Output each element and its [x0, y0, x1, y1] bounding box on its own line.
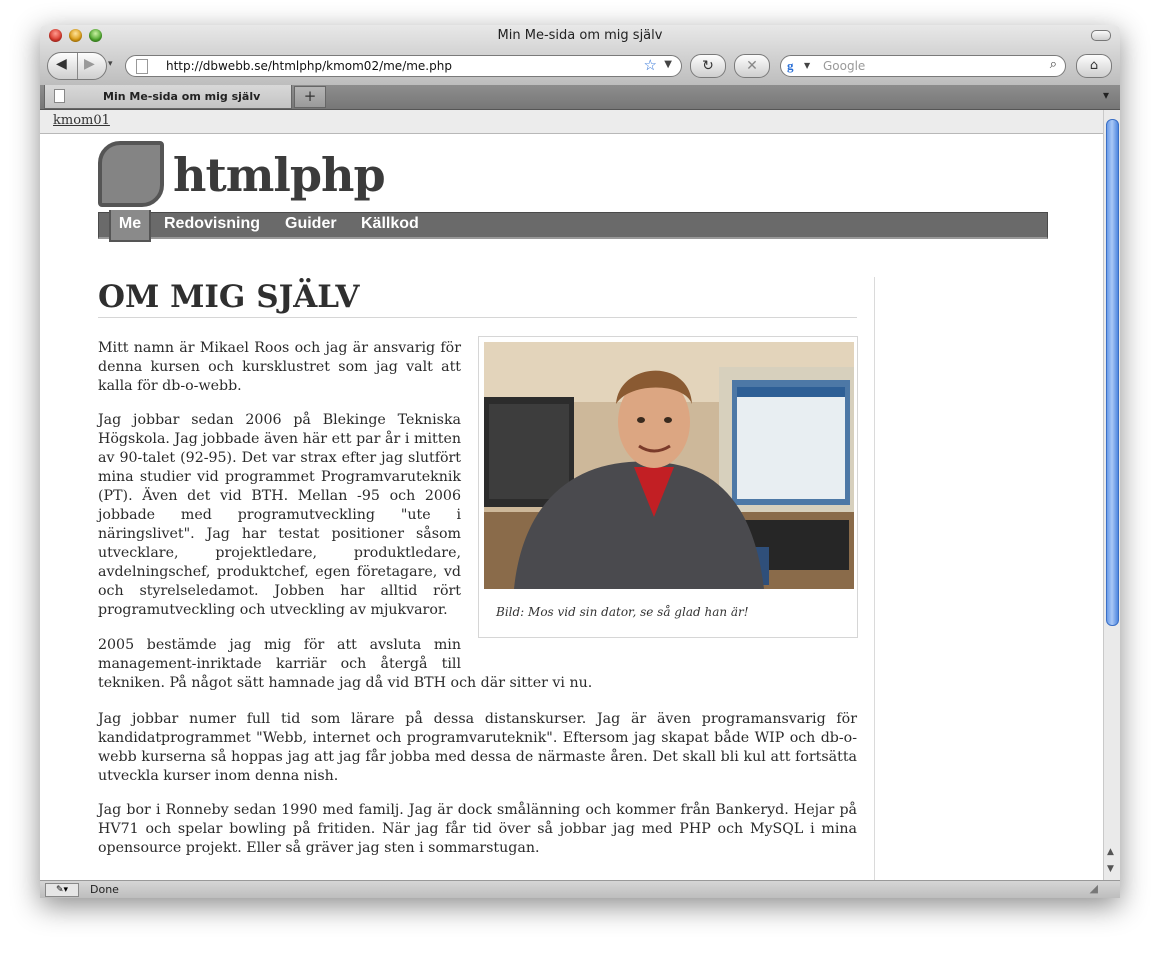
nav-item-redovisning[interactable]: Redovisning	[164, 210, 260, 240]
back-forward-group: ◀ ▶	[47, 52, 107, 80]
browser-toolbar: Min Me-sida om mig själv ◀ ▶ ▾ http://db…	[40, 25, 1120, 86]
forward-button[interactable]: ▶	[84, 56, 95, 72]
divider	[77, 53, 78, 79]
resize-grip-icon[interactable]: ◢	[1090, 882, 1098, 895]
bookmarks-bar: kmom01	[40, 110, 1103, 134]
scroll-up-icon[interactable]: ▲	[1107, 847, 1114, 857]
tab-active[interactable]: Min Me-sida om mig själv	[44, 85, 292, 109]
window-title: Min Me-sida om mig själv	[497, 28, 663, 43]
site-navbar: Me Redovisning Guider Källkod	[98, 210, 1048, 242]
figure-caption: Bild: Mos vid sin dator, se så glad han …	[496, 605, 749, 619]
search-field[interactable]: g ▼ Google ⌕	[780, 55, 1066, 77]
reload-button[interactable]: ↻	[690, 54, 726, 78]
page-icon	[54, 89, 65, 103]
bookmark-star-icon[interactable]: ☆	[644, 56, 657, 74]
paragraph-5: Jag bor i Ronneby sedan 1990 med familj.…	[98, 802, 857, 856]
scroll-thumb[interactable]	[1106, 119, 1119, 626]
nav-item-kallkod[interactable]: Källkod	[361, 210, 419, 240]
sidebar-divider	[874, 277, 875, 880]
paragraph-2: Jag jobbar sedan 2006 på Blekinge Teknis…	[98, 412, 461, 618]
new-tab-button[interactable]: +	[294, 86, 326, 108]
tab-bar: Min Me-sida om mig själv + ▾	[40, 85, 1120, 110]
browser-window: Min Me-sida om mig själv ◀ ▶ ▾ http://db…	[40, 25, 1120, 898]
site-logo-icon[interactable]	[98, 141, 164, 207]
paragraph-1: Mitt namn är Mikael Roos och jag är ansv…	[98, 340, 461, 394]
url-dropdown-icon[interactable]: ▼	[664, 59, 672, 70]
page-viewport: htmlphp Me Redovisning Guider Källkod OM…	[40, 134, 1103, 880]
page-icon	[136, 59, 148, 74]
address-bar[interactable]: http://dbwebb.se/htmlphp/kmom02/me/me.ph…	[125, 55, 682, 77]
address-text[interactable]: http://dbwebb.se/htmlphp/kmom02/me/me.ph…	[166, 59, 452, 73]
home-button[interactable]: ⌂	[1076, 54, 1112, 78]
google-icon[interactable]: g	[787, 58, 803, 74]
status-tools-icon[interactable]: ✎▾	[45, 883, 79, 897]
history-dropdown-icon[interactable]: ▾	[108, 59, 113, 69]
bookmark-kmom01[interactable]: kmom01	[53, 113, 110, 128]
search-engine-dropdown-icon[interactable]: ▼	[804, 61, 810, 70]
vertical-scrollbar[interactable]: ▲ ▼	[1103, 110, 1120, 880]
profile-photo	[484, 342, 854, 589]
stop-button[interactable]: ✕	[734, 54, 770, 78]
search-icon[interactable]: ⌕	[1050, 57, 1057, 72]
paragraph-4: Jag jobbar numer full tid som lärare på …	[98, 711, 857, 784]
status-bar: ✎▾ Done ◢	[40, 880, 1120, 898]
paragraph-3-wrapper: 2005 bestämde jag mig för att avsluta mi…	[98, 636, 857, 696]
tab-label[interactable]: Min Me-sida om mig själv	[103, 90, 260, 103]
back-button[interactable]: ◀	[56, 56, 67, 72]
toolbar-toggle-button[interactable]	[1091, 30, 1111, 41]
nav-item-guider[interactable]: Guider	[285, 210, 337, 240]
figure: Bild: Mos vid sin dator, se så glad han …	[478, 336, 858, 638]
site-logo-text[interactable]: htmlphp	[173, 148, 386, 202]
nav-item-me[interactable]: Me	[109, 210, 151, 242]
page-title: OM MIG SJÄLV	[98, 279, 857, 318]
tab-list-icon[interactable]: ▾	[1096, 88, 1116, 106]
search-placeholder[interactable]: Google	[823, 59, 865, 73]
scroll-down-icon[interactable]: ▼	[1107, 864, 1114, 874]
float-spacer	[461, 636, 857, 661]
status-text: Done	[90, 883, 119, 896]
